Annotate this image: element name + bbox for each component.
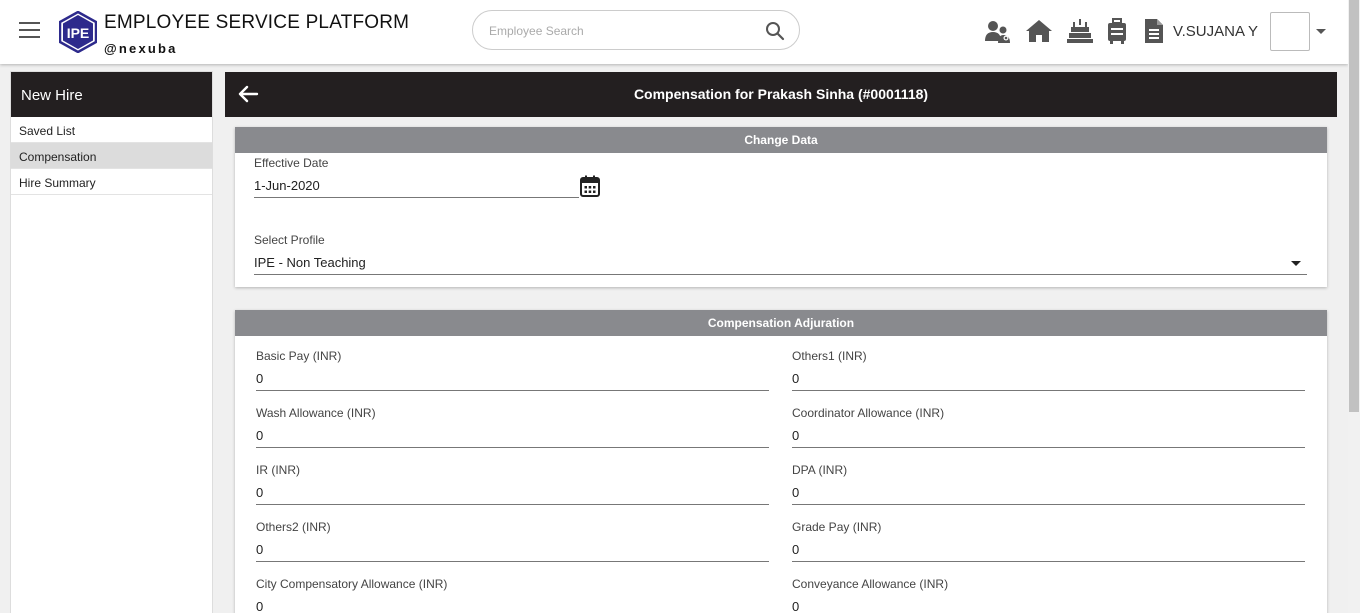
sidebar: New Hire Saved List Compensation Hire Su… [10,71,213,613]
page-title: Compensation for Prakash Sinha (#0001118… [633,86,929,102]
avatar[interactable] [1270,12,1310,51]
city-compensatory-allowance-input[interactable] [256,595,769,613]
brand-subtitle: @nexuba [104,41,178,56]
city-compensatory-allowance-field: City Compensatory Allowance (INR) [256,577,769,613]
ipe-logo: IPE [59,11,97,53]
effective-date-field: Effective Date [254,156,579,202]
field-label: Grade Pay (INR) [792,520,882,534]
others1-input[interactable] [792,367,1305,391]
hamburger-menu-icon[interactable] [19,22,40,40]
compensation-header: Compensation Adjuration [235,310,1327,336]
dpa-input[interactable] [792,481,1305,505]
sidebar-item-compensation[interactable]: Compensation [11,143,212,169]
wash-allowance-input[interactable] [256,424,769,448]
scrollbar-thumb[interactable] [1349,0,1359,412]
coordinator-allowance-field: Coordinator Allowance (INR) [792,406,1305,452]
user-name[interactable]: V.SUJANA Y [1173,23,1258,40]
grade-pay-input[interactable] [792,538,1305,562]
sidebar-title: New Hire [11,72,212,117]
select-profile-dropdown[interactable] [254,251,1307,275]
luggage-icon[interactable] [1103,17,1131,45]
field-label: Others1 (INR) [792,349,867,363]
conveyance-allowance-field: Conveyance Allowance (INR) [792,577,1305,613]
team-icon[interactable] [984,17,1012,45]
home-icon[interactable] [1025,17,1053,45]
page-scrollbar[interactable] [1348,0,1360,613]
brand-title: EMPLOYEE SERVICE PLATFORM [104,12,410,33]
sidebar-item-hire-summary[interactable]: Hire Summary [11,169,212,195]
search-icon[interactable] [765,21,785,41]
others2-input[interactable] [256,538,769,562]
employee-search-input[interactable] [489,20,749,42]
field-label: Coordinator Allowance (INR) [792,406,945,420]
field-label: Basic Pay (INR) [256,349,342,363]
svg-text:IPE: IPE [67,25,90,41]
change-data-header: Change Data [235,127,1327,153]
birthday-cake-icon[interactable] [1066,17,1094,45]
ir-input[interactable] [256,481,769,505]
field-label: City Compensatory Allowance (INR) [256,577,448,591]
field-label: Others2 (INR) [256,520,331,534]
effective-date-label: Effective Date [254,156,329,170]
calendar-icon[interactable] [580,175,600,197]
others1-field: Others1 (INR) [792,349,1305,395]
effective-date-input[interactable] [254,174,579,198]
main-header: Compensation for Prakash Sinha (#0001118… [225,72,1337,117]
document-icon[interactable] [1140,17,1168,45]
others2-field: Others2 (INR) [256,520,769,566]
chevron-down-icon[interactable] [1316,29,1326,34]
field-label: Conveyance Allowance (INR) [792,577,949,591]
coordinator-allowance-input[interactable] [792,424,1305,448]
basic-pay-field: Basic Pay (INR) [256,349,769,395]
chevron-down-icon[interactable] [1291,261,1301,266]
wash-allowance-field: Wash Allowance (INR) [256,406,769,452]
field-label: Wash Allowance (INR) [256,406,376,420]
sidebar-item-saved-list[interactable]: Saved List [11,117,212,143]
conveyance-allowance-input[interactable] [792,595,1305,613]
dpa-field: DPA (INR) [792,463,1305,509]
ir-field: IR (INR) [256,463,769,509]
grade-pay-field: Grade Pay (INR) [792,520,1305,566]
select-profile-label: Select Profile [254,233,325,247]
select-profile-field: Select Profile [254,233,1307,279]
field-label: IR (INR) [256,463,300,477]
basic-pay-input[interactable] [256,367,769,391]
employee-search-box [472,10,800,50]
top-bar: IPE EMPLOYEE SERVICE PLATFORM @nexuba Em… [0,0,1348,64]
field-label: DPA (INR) [792,463,848,477]
